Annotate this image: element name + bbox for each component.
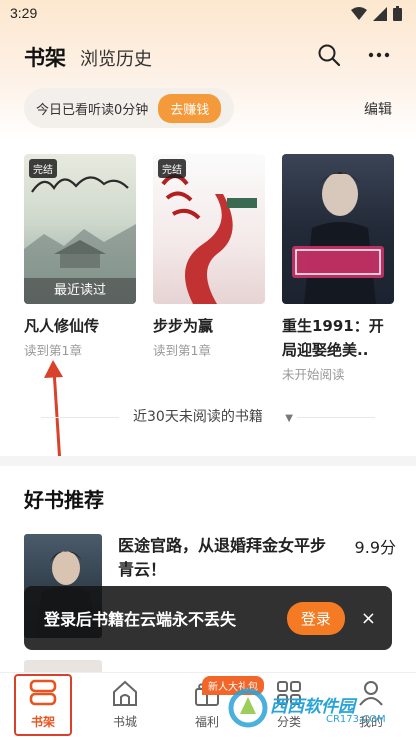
last-read-overlay: 最近读过 <box>24 278 136 304</box>
watermark-logo-icon <box>228 688 268 728</box>
close-icon[interactable]: × <box>361 608 376 629</box>
status-bar: 3:29 <box>0 0 416 28</box>
book-title: 重生1991：开局迎娶绝美.. <box>282 317 384 359</box>
login-button[interactable]: 登录 <box>286 601 345 635</box>
battery-icon <box>393 6 402 21</box>
book-title: 凡人修仙传 <box>24 317 100 335</box>
signal-icon <box>373 6 387 21</box>
tab-bookshelf[interactable]: 书架 <box>24 42 66 72</box>
nav-label: 书城 <box>112 715 137 729</box>
book-cover-art <box>292 172 384 304</box>
nav-store[interactable]: 书城 <box>95 679 155 730</box>
book-badge: 完结 <box>158 159 186 178</box>
status-icons <box>351 6 402 21</box>
top-tabs: 书架 浏览历史 <box>24 42 152 72</box>
divider-line <box>40 416 119 418</box>
section-separator <box>0 456 416 466</box>
tab-history[interactable]: 浏览历史 <box>80 45 152 71</box>
recommend-name: 医途官路，从退婚拜金女平步青云！ <box>118 536 327 579</box>
book-progress: 未开始阅读 <box>282 367 345 382</box>
home-icon <box>113 680 137 706</box>
book-progress: 读到第1章 <box>24 343 82 358</box>
book-badge: 完结 <box>29 159 57 178</box>
book-progress: 读到第1章 <box>153 343 211 358</box>
more-icon[interactable] <box>368 52 390 58</box>
watermark-sub: CR173.COM <box>326 714 386 725</box>
annotation-highlight-box <box>14 674 72 736</box>
login-toast-message: 登录后书籍在云端永不丢失 <box>44 610 237 629</box>
book-item[interactable]: 完结 步步为赢 读到第1章 <box>153 154 265 359</box>
book-item[interactable]: 完结 最近读过 凡人修仙传 读到第1章 <box>24 154 136 359</box>
watermark: 西西软件园 CR173.COM <box>226 686 406 734</box>
book-cover[interactable] <box>282 154 394 304</box>
header-actions <box>318 44 390 66</box>
search-icon[interactable] <box>318 44 340 66</box>
wifi-icon <box>351 6 367 20</box>
caret-down-icon: ▼ <box>285 413 293 424</box>
reading-time-text: 今日已看听读0分钟 <box>36 102 149 118</box>
reading-time-chip: 今日已看听读0分钟 去赚钱 <box>24 88 234 128</box>
status-time: 3:29 <box>10 5 38 21</box>
login-toast: 登录后书籍在云端永不丢失 登录 × <box>24 586 392 650</box>
recommend-title: 好书推荐 <box>24 488 104 512</box>
edit-button[interactable]: 编辑 <box>364 99 392 119</box>
earn-button[interactable]: 去赚钱 <box>158 93 222 123</box>
inactive-books-toggle[interactable]: 近30天未阅读的书籍 ▼ <box>0 406 416 426</box>
inactive-books-label: 近30天未阅读的书籍 <box>133 409 263 425</box>
book-cover[interactable]: 完结 <box>153 154 265 304</box>
book-title: 步步为赢 <box>153 317 214 335</box>
book-cover[interactable]: 完结 最近读过 <box>24 154 136 304</box>
recommend-score: 9.9分 <box>354 538 396 557</box>
book-item[interactable]: 重生1991：开局迎娶绝美.. 未开始阅读 <box>282 154 394 383</box>
divider-line <box>297 416 376 418</box>
